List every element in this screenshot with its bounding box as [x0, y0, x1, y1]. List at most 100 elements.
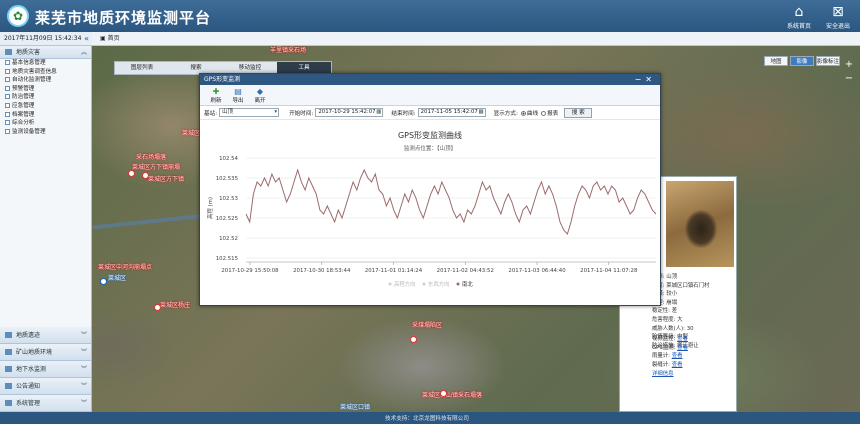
- minimize-icon[interactable]: −: [635, 75, 646, 84]
- sidebar-item[interactable]: 监测设备管理: [0, 128, 91, 137]
- sidebar-bottom-sections: 地质遗迹 ︾ 矿山地质环境 ︾ 地下水监测 ︾ 公告通知 ︾ 系统管理 ︾: [0, 327, 91, 412]
- radio-icon: [541, 110, 547, 116]
- start-time-input[interactable]: 2017-10-29 15:42:07 ▦: [315, 108, 384, 117]
- dialog-titlebar[interactable]: GPS形变监测 −✕: [200, 74, 660, 85]
- menu-item-icon: [5, 102, 10, 108]
- legend-marker: [422, 282, 426, 286]
- refresh-button[interactable]: ✚ 刷新: [205, 85, 227, 105]
- folder-icon: [5, 332, 12, 338]
- logout-button[interactable]: ⊠ 安全退出: [820, 3, 856, 30]
- leaf-icon: ✿: [12, 9, 24, 23]
- map-label[interactable]: 采煤塌陷区: [412, 320, 442, 329]
- monitor-link-label: 裂缝计:: [652, 361, 670, 368]
- search-submit-button[interactable]: 搜 索: [564, 107, 593, 118]
- basemap-annotation-button[interactable]: 影像标注: [816, 56, 840, 66]
- map-label[interactable]: 莱城区: [108, 273, 126, 282]
- sidebar-item[interactable]: 应急管理: [0, 102, 91, 111]
- close-icon[interactable]: ✕: [645, 75, 656, 84]
- sidebar-item[interactable]: 基本信息管理: [0, 59, 91, 68]
- station-value: 山顶: [222, 109, 233, 115]
- map-label[interactable]: 莱城区口镇: [340, 402, 370, 411]
- site-photo[interactable]: [666, 181, 734, 267]
- sidebar-section[interactable]: 地质遗迹 ︾: [0, 327, 91, 344]
- sidebar-item[interactable]: 防治管理: [0, 93, 91, 102]
- app-logo: ✿: [7, 5, 29, 27]
- legend-label: 东西方向: [428, 280, 450, 288]
- sidebar-item[interactable]: 地质灾害调查信息: [0, 68, 91, 77]
- leave-label: 离开: [254, 98, 266, 104]
- map-label[interactable]: 采石场塌落: [136, 152, 166, 161]
- sidebar-section[interactable]: 矿山地质环境 ︾: [0, 344, 91, 361]
- export-icon: ▤: [234, 87, 242, 96]
- map-label[interactable]: 莱城区方下镇崩塌: [132, 162, 180, 171]
- folder-icon: [5, 349, 12, 355]
- radio-curve[interactable]: 曲线: [520, 109, 539, 117]
- radio-curve-label: 曲线: [526, 110, 539, 117]
- display-mode-label: 显示方式:: [493, 110, 518, 117]
- basemap-map-button[interactable]: 地图: [764, 56, 788, 66]
- monitor-link-label: 视频监控:: [652, 336, 676, 342]
- collapse-sidebar-button[interactable]: «: [84, 32, 89, 46]
- sidebar-item[interactable]: 自动化监测管理: [0, 76, 91, 85]
- map-label[interactable]: 羊里镇采石场: [270, 46, 306, 54]
- close-box-icon: ⊠: [832, 4, 844, 20]
- legend-marker: [456, 282, 460, 286]
- monitor-link-row: 雨量计: 查看: [652, 352, 688, 361]
- map-label[interactable]: 莱城区方下镇: [148, 174, 184, 183]
- details-link[interactable]: 详细信息: [652, 369, 674, 377]
- x-tick-label: 2017-11-01 01:14:24: [365, 268, 423, 274]
- footer: 技术支持：北京龙图科技有限公司: [0, 412, 860, 424]
- end-time-label: 结束时间:: [391, 110, 416, 117]
- home-tab-icon: ▣: [100, 35, 106, 42]
- app-header: ✿ 莱芜市地质环境监测平台 ⌂ 系统首页 ⊠ 安全退出: [0, 0, 860, 32]
- sidebar-item[interactable]: 综合分析: [0, 119, 91, 128]
- hazard-marker[interactable]: [410, 336, 417, 343]
- tab-home[interactable]: ▣ 首页: [100, 34, 120, 44]
- sidebar-section[interactable]: 公告通知 ︾: [0, 378, 91, 395]
- radio-icon: [520, 110, 526, 116]
- view-link[interactable]: 查看: [672, 362, 683, 368]
- station-marker[interactable]: [100, 278, 107, 285]
- sidebar-item[interactable]: 档案管理: [0, 111, 91, 120]
- y-tick-label: 102.535: [216, 176, 238, 182]
- sidebar-item[interactable]: 预警管理: [0, 85, 91, 94]
- menu-item-icon: [5, 128, 10, 134]
- home-button[interactable]: ⌂ 系统首页: [781, 3, 817, 30]
- section-label: 地下水监测: [16, 366, 47, 373]
- sidebar-section[interactable]: 地下水监测 ︾: [0, 361, 91, 378]
- map-label[interactable]: 莱城区苗山镇采石塌落: [422, 390, 482, 399]
- hazard-marker[interactable]: [440, 390, 447, 397]
- leave-button[interactable]: ◆ 离开: [249, 85, 271, 105]
- end-time-input[interactable]: 2017-11-05 15:42:07 ▦: [417, 108, 486, 117]
- view-link[interactable]: 查看: [677, 336, 688, 342]
- x-tick-label: 2017-11-02 04:43:52: [437, 268, 494, 274]
- chevron-down-icon: ︾: [80, 383, 87, 390]
- monitor-link-label: 雨量计:: [652, 353, 670, 360]
- x-tick-label: 2017-10-29 15:50:08: [221, 268, 279, 274]
- export-button[interactable]: ▤ 导出: [227, 85, 249, 105]
- hazard-marker[interactable]: [128, 170, 135, 177]
- basemap-satellite-button[interactable]: 影像: [790, 56, 814, 66]
- footer-text: 技术支持：北京龙图科技有限公司: [385, 416, 469, 422]
- folder-icon: [5, 383, 12, 389]
- zoom-out-button[interactable]: −: [844, 72, 854, 86]
- station-select[interactable]: 山顶 ▾: [219, 108, 280, 117]
- sidebar-section-geohazard[interactable]: 地质灾害 ︽: [0, 46, 91, 59]
- map-label[interactable]: 莱城区杨庄: [160, 300, 190, 309]
- sidebar-section[interactable]: 系统管理 ︾: [0, 395, 91, 412]
- tab-home-label: 首页: [107, 35, 120, 42]
- sidebar: 地质灾害 ︽ 基本信息管理 地质灾害调查信息 自动化监测管理 预警管理 防治管理 应急管理…: [0, 46, 92, 412]
- section-label: 地质灾害: [16, 49, 41, 56]
- map-label[interactable]: 莱城区中河沟崩塌点: [98, 262, 152, 271]
- radio-report[interactable]: 报表: [541, 109, 558, 117]
- zoom-in-button[interactable]: +: [844, 58, 854, 72]
- view-link[interactable]: 查看: [672, 353, 683, 359]
- monitor-link-row: 视频监控: 查看: [652, 335, 688, 344]
- layer-list-button[interactable]: 图层列表: [115, 62, 169, 74]
- dialog-toolbar: ✚ 刷新 ▤ 导出 ◆ 离开: [200, 85, 660, 106]
- legend-marker: [388, 282, 392, 286]
- y-tick-label: 102.53: [219, 196, 238, 202]
- menu-item-icon: [5, 77, 10, 83]
- folder-icon: [5, 366, 12, 372]
- view-link[interactable]: 查看: [677, 345, 688, 351]
